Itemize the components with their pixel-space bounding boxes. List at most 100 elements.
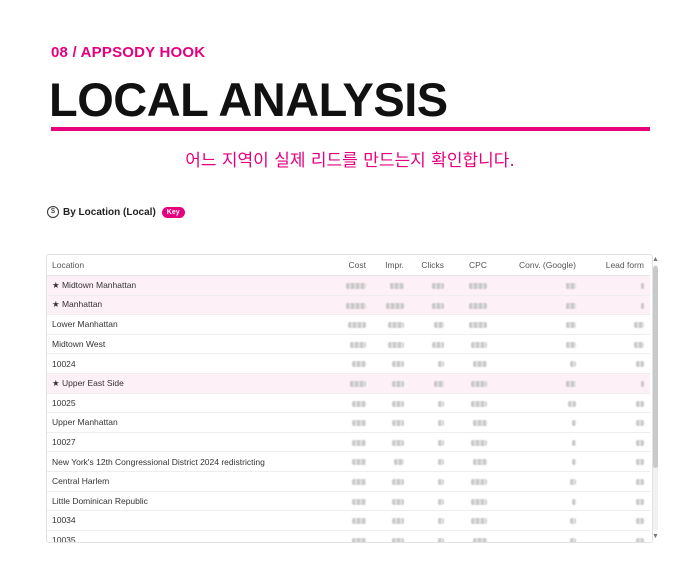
redacted-value — [352, 420, 366, 427]
redacted-value — [572, 420, 576, 427]
location-cell: ★ Midtown Manhattan — [47, 275, 324, 296]
redacted-value-cell — [372, 334, 410, 355]
redacted-value-cell — [582, 451, 650, 472]
redacted-value-cell — [324, 393, 372, 414]
redacted-value-cell — [410, 432, 450, 453]
redacted-value-cell — [450, 334, 493, 355]
redacted-value-cell — [372, 510, 410, 531]
redacted-value-cell — [450, 530, 493, 542]
redacted-value-cell — [582, 471, 650, 492]
redacted-value-cell — [450, 471, 493, 492]
redacted-value-cell — [582, 373, 650, 394]
redacted-value-cell — [493, 275, 582, 296]
table-row[interactable]: Midtown West — [47, 334, 650, 355]
redacted-value-cell — [450, 314, 493, 335]
redacted-value-cell — [493, 451, 582, 472]
table-row[interactable]: 10034 — [47, 510, 650, 531]
redacted-value-cell — [582, 393, 650, 414]
table-row[interactable]: Upper Manhattan — [47, 412, 650, 433]
redacted-value — [352, 459, 366, 466]
redacted-value — [392, 498, 404, 505]
redacted-value-cell — [372, 373, 410, 394]
table-row[interactable]: Lower Manhattan — [47, 314, 650, 335]
redacted-value — [352, 537, 366, 542]
table-row[interactable]: ★ Upper East Side — [47, 373, 650, 394]
redacted-value-cell — [372, 295, 410, 316]
table-row[interactable]: 10025 — [47, 393, 650, 414]
table-row[interactable]: New York's 12th Congressional District 2… — [47, 451, 650, 472]
redacted-value-cell — [324, 530, 372, 542]
table-scrollbar[interactable]: ▲ ▼ — [651, 256, 660, 541]
redacted-value-cell — [582, 275, 650, 296]
redacted-value-cell — [410, 412, 450, 433]
redacted-value-cell — [372, 393, 410, 414]
column-header[interactable]: CPC — [450, 255, 493, 276]
redacted-value — [471, 518, 487, 525]
location-table-container[interactable]: Location Cost Impr. Clicks CPC Conv. (Google)… — [46, 254, 653, 543]
table-row[interactable]: 10027 — [47, 432, 650, 453]
redacted-value — [634, 341, 644, 348]
redacted-value-cell — [450, 275, 493, 296]
redacted-value-cell — [493, 491, 582, 512]
redacted-value — [636, 400, 644, 407]
redacted-value-cell — [372, 412, 410, 433]
eyebrow-label: 08 / APPSODY HOOK — [51, 44, 206, 61]
redacted-value-cell — [410, 530, 450, 542]
table-row[interactable]: ★ Manhattan — [47, 295, 650, 316]
section-label: By Location (Local) — [63, 206, 156, 218]
table-row[interactable]: Little Dominican Republic — [47, 491, 650, 512]
redacted-value — [473, 459, 487, 466]
column-header[interactable]: Lead form — [582, 255, 650, 276]
redacted-value — [352, 439, 366, 446]
redacted-value — [392, 478, 404, 485]
redacted-value — [636, 537, 644, 542]
title-underline — [51, 127, 650, 131]
column-header[interactable]: Conv. (Google) — [493, 255, 582, 276]
redacted-value-cell — [372, 275, 410, 296]
column-header[interactable]: Impr. — [372, 255, 410, 276]
redacted-value — [572, 439, 576, 446]
scrollbar-thumb[interactable] — [653, 266, 658, 468]
table-row[interactable]: Central Harlem — [47, 471, 650, 492]
redacted-value-cell — [493, 471, 582, 492]
column-header[interactable]: Location — [47, 255, 324, 276]
table-row[interactable]: 10035 — [47, 530, 650, 542]
table-body: ★ Midtown Manhattan ★ Manhattan Lower Manh… — [47, 275, 650, 542]
location-cell: Central Harlem — [47, 471, 324, 492]
redacted-value-cell — [450, 491, 493, 512]
redacted-value-cell — [410, 491, 450, 512]
redacted-value — [438, 478, 444, 485]
redacted-value-cell — [324, 373, 372, 394]
column-header[interactable]: Cost — [324, 255, 372, 276]
redacted-value-cell — [410, 471, 450, 492]
location-cell: 10024 — [47, 353, 324, 374]
key-badge: Key — [161, 206, 185, 218]
arrow-down-icon[interactable]: ▼ — [652, 533, 659, 541]
redacted-value-cell — [582, 334, 650, 355]
redacted-value — [636, 420, 644, 427]
redacted-value-cell — [324, 412, 372, 433]
arrow-up-icon[interactable]: ▲ — [652, 256, 659, 264]
redacted-value — [438, 537, 444, 542]
redacted-value-cell — [410, 295, 450, 316]
location-cell: 10034 — [47, 510, 324, 531]
redacted-value-cell — [450, 353, 493, 374]
redacted-value — [438, 518, 444, 525]
redacted-value-cell — [450, 412, 493, 433]
column-header[interactable]: Clicks — [410, 255, 450, 276]
redacted-value — [388, 341, 404, 348]
redacted-value — [636, 478, 644, 485]
redacted-value — [471, 498, 487, 505]
redacted-value-cell — [410, 353, 450, 374]
location-cell: Midtown West — [47, 334, 324, 355]
redacted-value — [438, 498, 444, 505]
redacted-value-cell — [410, 393, 450, 414]
redacted-value-cell — [582, 510, 650, 531]
table-row[interactable]: ★ Midtown Manhattan — [47, 275, 650, 296]
redacted-value — [566, 302, 576, 309]
redacted-value — [570, 478, 576, 485]
redacted-value — [636, 518, 644, 525]
redacted-value-cell — [450, 393, 493, 414]
table-row[interactable]: 10024 — [47, 353, 650, 374]
redacted-value — [473, 361, 487, 368]
